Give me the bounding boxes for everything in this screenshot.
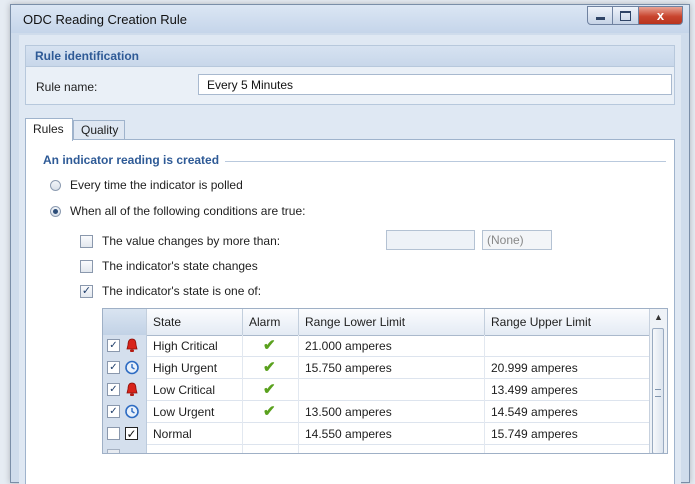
radio-every-poll-label: Every time the indicator is polled — [70, 178, 243, 192]
rules-panel: An indicator reading is created Every ti… — [25, 139, 675, 484]
dialog-window: ODC Reading Creation Rule x Rule identif… — [10, 4, 690, 484]
row-checkbox[interactable]: ✓ — [107, 361, 120, 374]
state-cell: Normal — [147, 423, 243, 445]
tab-quality[interactable]: Quality — [73, 120, 125, 140]
minimize-button[interactable] — [587, 6, 613, 25]
green-check-icon: ✔ — [263, 359, 276, 376]
alarm-cell: ✔ — [243, 401, 299, 423]
lower-limit-cell: 13.500 amperes — [299, 401, 485, 423]
state-changes-label: The indicator's state changes — [102, 259, 258, 273]
upper-limit-cell: 13.499 amperes — [485, 379, 651, 401]
rule-name-input[interactable] — [198, 74, 672, 95]
value-changes-checkbox[interactable] — [80, 235, 93, 248]
state-cell: High Urgent — [147, 357, 243, 379]
state-cell: High Critical — [147, 335, 243, 357]
radio-every-poll[interactable] — [50, 180, 61, 191]
alarm-cell: ✔ — [243, 379, 299, 401]
table-row[interactable] — [103, 445, 651, 453]
close-icon: x — [656, 8, 665, 23]
row-select-cell[interactable]: ✓ — [103, 335, 147, 357]
red-bell-icon — [126, 382, 138, 396]
maximize-button[interactable] — [613, 6, 639, 25]
lower-limit-cell — [299, 445, 485, 453]
state-grid: State Alarm Range Lower Limit Range Uppe… — [102, 308, 668, 454]
unit-select[interactable]: (None) — [482, 230, 552, 250]
state-changes-checkbox[interactable] — [80, 260, 93, 273]
scroll-grip-icon — [655, 389, 661, 397]
value-changes-label: The value changes by more than: — [102, 234, 281, 248]
alarm-cell: ✔ — [243, 335, 299, 357]
radio-conditions-label: When all of the following conditions are… — [70, 204, 306, 218]
state-column-header[interactable]: State — [147, 309, 243, 335]
state-is-one-of-checkbox[interactable]: ✓ — [80, 285, 93, 298]
grid-scrollbar[interactable]: ▲ — [649, 309, 667, 453]
dialog-client: Rule identification Rule name: Rules Qua… — [19, 35, 681, 484]
lower-limit-cell — [299, 379, 485, 401]
alarm-cell: ✔ — [243, 357, 299, 379]
section-title: An indicator reading is created — [43, 153, 226, 167]
upper-limit-cell — [485, 445, 651, 453]
select-column-header[interactable] — [103, 309, 147, 335]
row-checkbox[interactable]: ✓ — [107, 339, 120, 352]
value-threshold-input[interactable] — [386, 230, 475, 250]
rule-identification-group: Rule identification Rule name: — [25, 45, 675, 105]
alarm-column-header[interactable]: Alarm — [243, 309, 299, 335]
row-checkbox[interactable] — [107, 427, 120, 440]
title-bar[interactable]: ODC Reading Creation Rule x — [11, 5, 689, 33]
unit-select-value: (None) — [487, 233, 524, 247]
maximize-icon — [620, 10, 631, 21]
upper-limit-cell: 15.749 amperes — [485, 423, 651, 445]
lower-limit-cell: 21.000 amperes — [299, 335, 485, 357]
table-row[interactable]: ✓ High Critical ✔ 21.000 amperes — [103, 335, 651, 357]
scroll-up-icon[interactable]: ▲ — [650, 309, 667, 326]
row-checkbox[interactable]: ✓ — [107, 383, 120, 396]
lower-limit-cell: 14.550 amperes — [299, 423, 485, 445]
table-row[interactable]: ✓ Low Critical ✔ 13.499 amperes — [103, 379, 651, 401]
upper-limit-column-header[interactable]: Range Upper Limit — [485, 309, 651, 335]
upper-limit-cell: 20.999 amperes — [485, 357, 651, 379]
row-checkbox[interactable]: ✓ — [107, 405, 120, 418]
tab-rules-label: Rules — [33, 122, 64, 136]
green-check-icon: ✔ — [263, 403, 276, 420]
upper-limit-cell — [485, 335, 651, 357]
alarm-cell — [243, 445, 299, 453]
blue-clock-icon — [125, 360, 139, 375]
row-select-cell[interactable]: ✓ — [103, 401, 147, 423]
blue-clock-icon — [125, 404, 139, 419]
state-grid-header: State Alarm Range Lower Limit Range Uppe… — [103, 309, 651, 336]
table-row[interactable]: ✓ High Urgent ✔ 15.750 amperes 20.999 am… — [103, 357, 651, 379]
upper-limit-cell: 14.549 amperes — [485, 401, 651, 423]
lower-limit-cell: 15.750 amperes — [299, 357, 485, 379]
row-select-cell[interactable]: ✓ — [103, 357, 147, 379]
radio-conditions[interactable] — [50, 206, 61, 217]
row-select-cell[interactable] — [103, 445, 147, 453]
minimize-icon — [595, 17, 605, 20]
green-check-icon: ✔ — [263, 381, 276, 398]
window-title: ODC Reading Creation Rule — [23, 12, 188, 27]
row-checkbox[interactable] — [107, 449, 120, 453]
close-button[interactable]: x — [639, 6, 683, 25]
row-select-cell[interactable]: ✓ — [103, 423, 147, 445]
scroll-thumb[interactable] — [652, 328, 664, 453]
state-is-one-of-label: The indicator's state is one of: — [102, 284, 262, 298]
alarm-cell — [243, 423, 299, 445]
state-cell: Low Urgent — [147, 401, 243, 423]
lower-limit-column-header[interactable]: Range Lower Limit — [299, 309, 485, 335]
tab-rules[interactable]: Rules — [25, 118, 73, 141]
table-row[interactable]: ✓ Low Urgent ✔ 13.500 amperes 14.549 amp… — [103, 401, 651, 423]
state-cell — [147, 445, 243, 453]
black-check-icon: ✓ — [125, 427, 138, 441]
row-select-cell[interactable]: ✓ — [103, 379, 147, 401]
window-controls: x — [587, 6, 683, 26]
table-row[interactable]: ✓ Normal 14.550 amperes 15.749 amperes — [103, 423, 651, 445]
green-check-icon: ✔ — [263, 337, 276, 354]
state-cell: Low Critical — [147, 379, 243, 401]
red-bell-icon — [126, 338, 138, 352]
tab-quality-label: Quality — [81, 123, 119, 137]
rule-identification-title: Rule identification — [35, 49, 140, 63]
rule-name-label: Rule name: — [36, 80, 98, 94]
rule-identification-header: Rule identification — [26, 46, 674, 67]
